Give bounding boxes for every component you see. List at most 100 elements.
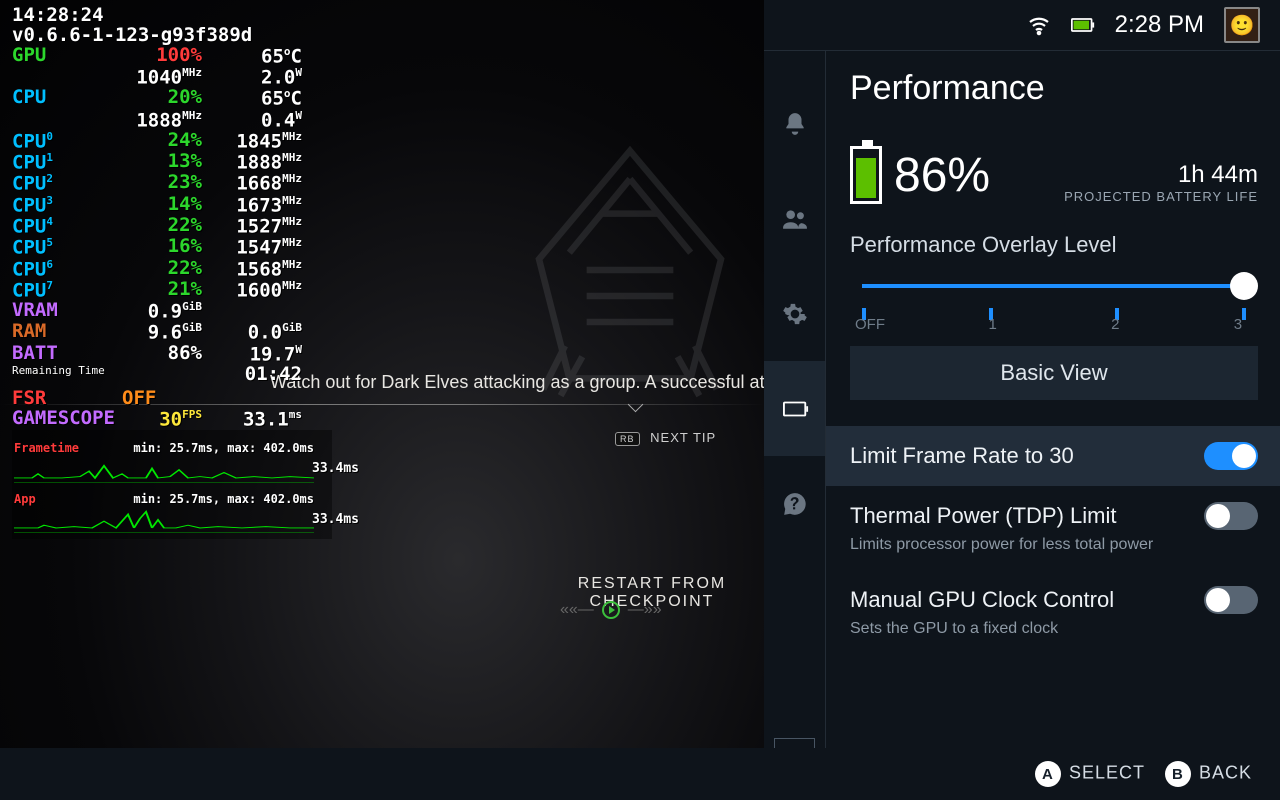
toggle-tdp-limit[interactable] xyxy=(1204,502,1258,530)
remaining-label: Remaining Time xyxy=(12,365,112,385)
core-label: CPU7 xyxy=(12,280,122,301)
option-limit-frame-rate-label: Limit Frame Rate to 30 xyxy=(850,443,1074,469)
frametime-current: 33.4ms xyxy=(312,462,359,476)
slider-tick-off: OFF xyxy=(850,316,890,333)
core-load: 14% xyxy=(122,195,202,216)
b-button-icon: B xyxy=(1165,761,1191,787)
basic-view-button[interactable]: Basic View xyxy=(850,346,1258,400)
core-clock: 1547MHz xyxy=(202,237,302,258)
hint-select: SELECT xyxy=(1069,763,1145,783)
core-label: CPU0 xyxy=(12,131,122,152)
batt-power: 19.7 xyxy=(250,343,296,365)
game-emblem xyxy=(520,140,740,400)
vram-val: 0.9 xyxy=(148,300,182,322)
next-tip-hint: RB NEXT TIP xyxy=(615,430,716,446)
option-limit-frame-rate[interactable]: Limit Frame Rate to 30 xyxy=(826,426,1280,486)
rail-friends[interactable] xyxy=(764,171,825,266)
qa-rail xyxy=(764,51,826,800)
overlay-level-slider[interactable]: OFF 1 2 3 xyxy=(850,276,1258,326)
cpu-clock: 1888 xyxy=(136,109,182,131)
gpu-load: 100% xyxy=(122,46,202,67)
overlay-level-label: Performance Overlay Level xyxy=(850,232,1258,258)
core-clock: 1673MHz xyxy=(202,195,302,216)
slider-tick-3: 3 xyxy=(1218,316,1258,333)
rail-performance[interactable] xyxy=(764,361,825,456)
battery-icon xyxy=(1071,13,1095,37)
fsr-value: OFF xyxy=(122,389,202,409)
a-button-icon xyxy=(602,601,620,619)
battery-time: 1h 44m xyxy=(1064,161,1258,189)
core-clock: 1888MHz xyxy=(202,152,302,173)
loading-tip: Watch out for Dark Elves attacking as a … xyxy=(270,372,764,393)
rail-notifications[interactable] xyxy=(764,76,825,171)
status-clock: 2:28 PM xyxy=(1115,11,1204,39)
a-button-icon: A xyxy=(1035,761,1061,787)
fsr-label: FSR xyxy=(12,389,122,409)
gpu-temp: 65 xyxy=(261,45,284,67)
core-clock: 1845MHz xyxy=(202,131,302,152)
gamescope-ft: 33.1 xyxy=(243,408,289,430)
cpu-label: CPU xyxy=(12,88,122,109)
app-stats: min: 25.7ms, max: 402.0ms xyxy=(133,493,314,506)
hint-back: BACK xyxy=(1199,763,1252,783)
overlay-time: 14:28:24 xyxy=(12,6,322,26)
core-clock: 1600MHz xyxy=(202,280,302,301)
quick-access-panel: 2:28 PM 🙂 Pe xyxy=(764,0,1280,800)
ram-label: RAM xyxy=(12,322,122,343)
frametime-graph: 33.4ms xyxy=(14,455,314,483)
option-tdp-desc: Limits processor power for less total po… xyxy=(850,536,1258,554)
overlay-version: v0.6.6-1-123-g93f389d xyxy=(12,26,322,46)
battery-projected-label: PROJECTED BATTERY LIFE xyxy=(1064,189,1258,204)
app-graph: 33.4ms xyxy=(14,505,314,533)
gpu-power: 2.0 xyxy=(261,66,295,88)
core-label: CPU6 xyxy=(12,259,122,280)
option-tdp-limit[interactable]: Thermal Power (TDP) Limit Limits process… xyxy=(850,486,1258,570)
ram-val2: 0.0 xyxy=(248,322,282,344)
option-gpu-clock[interactable]: Manual GPU Clock Control Sets the GPU to… xyxy=(850,570,1258,654)
cpu-temp: 65 xyxy=(261,88,284,110)
game-area: Watch out for Dark Elves attacking as a … xyxy=(0,0,764,800)
option-gpu-label: Manual GPU Clock Control xyxy=(850,587,1114,613)
next-tip-label: NEXT TIP xyxy=(650,430,716,445)
slider-tick-1: 1 xyxy=(973,316,1013,333)
toggle-limit-frame-rate[interactable] xyxy=(1204,442,1258,470)
core-clock: 1668MHz xyxy=(202,173,302,194)
ram-val: 9.6 xyxy=(148,322,182,344)
batt-label: BATT xyxy=(12,344,122,365)
core-label: CPU3 xyxy=(12,195,122,216)
app-current: 33.4ms xyxy=(312,513,359,527)
core-load: 16% xyxy=(122,237,202,258)
toggle-gpu-clock[interactable] xyxy=(1204,586,1258,614)
core-label: CPU4 xyxy=(12,216,122,237)
batt-pct: 86% xyxy=(122,344,202,365)
rb-button-icon: RB xyxy=(615,432,640,446)
rail-help[interactable] xyxy=(764,456,825,551)
core-load: 24% xyxy=(122,131,202,152)
slider-knob[interactable] xyxy=(1230,272,1258,300)
gpu-clock: 1040 xyxy=(136,66,182,88)
option-gpu-desc: Sets the GPU to a fixed clock xyxy=(850,620,1258,638)
gamescope-label: GAMESCOPE xyxy=(12,409,132,430)
vram-label: VRAM xyxy=(12,301,122,322)
option-tdp-label: Thermal Power (TDP) Limit xyxy=(850,503,1116,529)
core-load: 22% xyxy=(122,259,202,280)
battery-level-icon xyxy=(850,146,882,204)
core-label: CPU2 xyxy=(12,173,122,194)
battery-percent: 86% xyxy=(894,148,990,203)
avatar[interactable]: 🙂 xyxy=(1224,7,1260,43)
performance-overlay: 14:28:24 v0.6.6-1-123-g93f389d GPU 100% … xyxy=(12,6,322,539)
core-load: 23% xyxy=(122,173,202,194)
rail-settings[interactable] xyxy=(764,266,825,361)
pane-title: Performance xyxy=(850,69,1258,108)
frametime-stats: min: 25.7ms, max: 402.0ms xyxy=(133,442,314,455)
button-hints: A SELECT B BACK xyxy=(0,748,1280,800)
slider-tick-2: 2 xyxy=(1095,316,1135,333)
core-load: 13% xyxy=(122,152,202,173)
wifi-icon xyxy=(1027,13,1051,37)
gamescope-fps: 30 xyxy=(159,408,182,430)
core-label: CPU5 xyxy=(12,237,122,258)
gpu-label: GPU xyxy=(12,46,122,67)
performance-pane: Performance 86% 1h 44m PROJECTED BATTERY… xyxy=(826,51,1280,800)
remaining-value: 01:42 xyxy=(202,365,302,385)
cpu-power: 0.4 xyxy=(261,109,295,131)
